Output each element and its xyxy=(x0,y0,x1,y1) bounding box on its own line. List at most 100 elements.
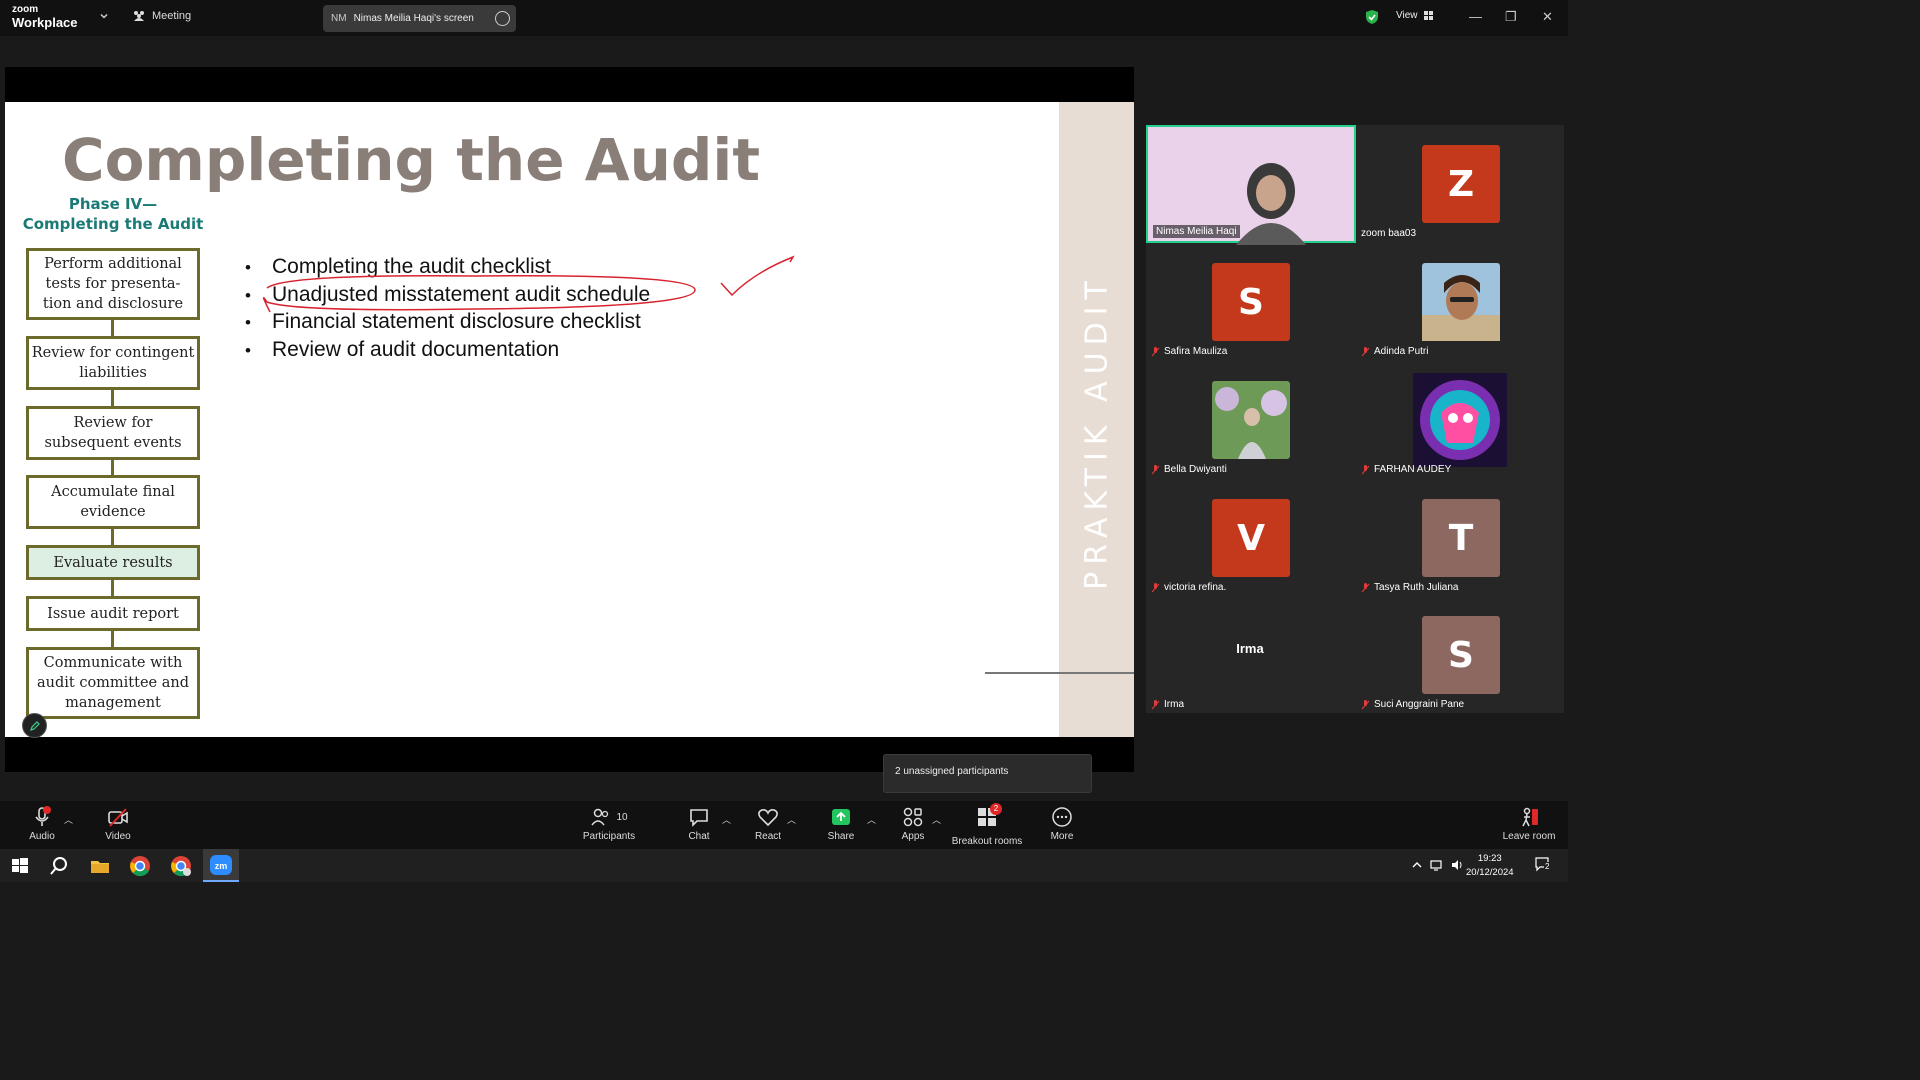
audio-label: Audio xyxy=(29,831,55,842)
search-icon[interactable] xyxy=(47,854,71,878)
avatar: S xyxy=(1422,616,1500,694)
zoom-app-icon: zm xyxy=(210,855,232,875)
react-options-caret[interactable]: ︿ xyxy=(787,813,796,826)
more-button[interactable]: More xyxy=(1027,806,1097,842)
participants-label: Participants xyxy=(582,831,636,842)
zoom-taskbar-button[interactable]: zm xyxy=(203,849,239,882)
participant-gallery: Nimas Meilia Haqi Z zoom baa03 S Safira … xyxy=(1146,125,1564,713)
meeting-toolbar: Audio ︿ Video 10 Participants Chat ︿ Rea… xyxy=(0,801,1568,849)
audio-options-caret[interactable]: ︿ xyxy=(64,813,73,826)
bullet-item: Completing the audit checklist xyxy=(245,254,650,282)
volume-icon[interactable] xyxy=(1450,858,1464,872)
participants-button[interactable]: 10 Participants xyxy=(574,806,644,842)
meeting-label: Meeting xyxy=(152,10,192,22)
avatar: Z xyxy=(1422,145,1500,223)
video-label: Video xyxy=(105,831,131,842)
presentation-slide: Completing the Audit Phase IV— Completin… xyxy=(5,102,1134,737)
breakout-rooms-button[interactable]: 2 Breakout rooms xyxy=(952,803,1022,847)
participant-name-text: Irma xyxy=(1164,699,1184,710)
participant-name-text: Tasya Ruth Juliana xyxy=(1374,582,1459,593)
participant-tile[interactable]: Adinda Putri xyxy=(1356,243,1564,360)
leave-icon xyxy=(1522,807,1538,827)
participant-display-name: Irma xyxy=(1236,641,1264,656)
avatar-photo xyxy=(1212,381,1290,459)
title-bar: zoom Workplace Meeting NM Nimas Meilia H… xyxy=(0,0,1568,36)
heart-icon xyxy=(758,809,778,827)
leave-room-button[interactable]: Leave room xyxy=(1494,806,1564,842)
breakout-tooltip: 2 unassigned participants xyxy=(883,754,1092,793)
file-explorer-icon[interactable] xyxy=(88,854,112,878)
flow-box-1: Perform additional tests for presenta- t… xyxy=(26,248,200,320)
windows-start-icon[interactable] xyxy=(8,854,32,878)
slide-side-text: PRAKTIK AUDIT xyxy=(1079,274,1115,590)
chrome-profile-icon[interactable] xyxy=(169,854,193,878)
chevron-down-icon[interactable] xyxy=(98,10,110,22)
participant-name: victoria refina. xyxy=(1151,582,1226,593)
mic-muted-icon xyxy=(1361,699,1370,709)
close-button[interactable]: ✕ xyxy=(1542,9,1553,25)
chat-options-caret[interactable]: ︿ xyxy=(722,813,731,826)
avatar: V xyxy=(1212,499,1290,577)
apps-label: Apps xyxy=(901,831,925,842)
video-button[interactable]: Video xyxy=(83,806,153,842)
sharer-initials: NM xyxy=(331,13,347,24)
mic-muted-icon xyxy=(1151,464,1160,474)
more-label: More xyxy=(1050,831,1074,842)
mic-muted-icon xyxy=(1151,699,1160,709)
participant-tile[interactable]: Irma Irma xyxy=(1146,596,1354,713)
flow-box-5: Evaluate results xyxy=(26,545,200,580)
slide-title: Completing the Audit xyxy=(62,126,761,194)
avatar-photo xyxy=(1413,373,1507,467)
maximize-button[interactable]: ❐ xyxy=(1505,9,1517,25)
participant-tile-self[interactable]: Nimas Meilia Haqi xyxy=(1146,125,1356,245)
notifications-button[interactable]: 2 xyxy=(1534,856,1554,874)
participant-name-text: Bella Dwiyanti xyxy=(1164,464,1227,475)
phase-line-2: Completing the Audit xyxy=(22,215,204,233)
flow-box-4: Accumulate final evidence xyxy=(26,475,200,529)
participant-tile[interactable]: V victoria refina. xyxy=(1146,479,1354,596)
mic-muted-icon xyxy=(1361,464,1370,474)
annotate-pencil-icon[interactable] xyxy=(22,713,47,738)
participant-tile[interactable]: S Safira Mauliza xyxy=(1146,243,1354,360)
participant-name: Irma xyxy=(1151,699,1184,710)
participants-count: 10 xyxy=(616,811,628,823)
participant-name: FARHAN AUDEY xyxy=(1361,464,1451,475)
participant-tile[interactable]: Z zoom baa03 xyxy=(1356,125,1564,242)
system-clock[interactable]: 19:23 20/12/2024 xyxy=(1466,852,1514,880)
participant-name: Nimas Meilia Haqi xyxy=(1153,225,1240,238)
view-button[interactable]: View xyxy=(1396,10,1433,21)
logo-small: zoom xyxy=(12,4,39,15)
tray-chevron-up-icon[interactable] xyxy=(1411,859,1423,871)
participant-tile[interactable]: FARHAN AUDEY xyxy=(1356,361,1564,478)
video-off-icon xyxy=(108,808,128,827)
network-icon[interactable] xyxy=(1430,858,1444,872)
more-options-icon[interactable] xyxy=(495,11,510,26)
participant-name-text: victoria refina. xyxy=(1164,582,1227,593)
apps-options-caret[interactable]: ︿ xyxy=(932,813,941,826)
clock-date: 20/12/2024 xyxy=(1466,867,1514,878)
participant-tile[interactable]: Bella Dwiyanti xyxy=(1146,361,1354,478)
participant-tile[interactable]: S Suci Anggraini Pane xyxy=(1356,596,1564,713)
participant-name: Bella Dwiyanti xyxy=(1151,464,1227,475)
flow-box-3: Review for subsequent events xyxy=(26,406,200,460)
participant-name: Safira Mauliza xyxy=(1151,346,1227,357)
shield-icon[interactable] xyxy=(1365,9,1379,25)
shared-screen-pill[interactable]: NM Nimas Meilia Haqi's screen xyxy=(323,5,516,32)
share-button[interactable]: Share xyxy=(806,806,876,842)
zoom-logo: zoom Workplace xyxy=(12,4,78,30)
flow-box-2: Review for contingent liabilities xyxy=(26,336,200,390)
chat-label: Chat xyxy=(688,831,710,842)
share-options-caret[interactable]: ︿ xyxy=(867,813,876,826)
grid-view-icon xyxy=(1423,11,1433,20)
participant-name-text: Suci Anggraini Pane xyxy=(1374,699,1465,710)
share-icon xyxy=(832,809,850,825)
participant-name: Suci Anggraini Pane xyxy=(1361,699,1464,710)
minimize-button[interactable]: — xyxy=(1469,9,1482,24)
participant-tile[interactable]: T Tasya Ruth Juliana xyxy=(1356,479,1564,596)
meeting-menu[interactable]: Meeting xyxy=(132,10,191,22)
leave-label: Leave room xyxy=(1502,831,1556,842)
notification-count: 2 xyxy=(1544,862,1551,871)
svg-text:zm: zm xyxy=(215,861,228,871)
chrome-icon[interactable] xyxy=(128,854,152,878)
participant-name-text: Adinda Putri xyxy=(1374,346,1429,357)
